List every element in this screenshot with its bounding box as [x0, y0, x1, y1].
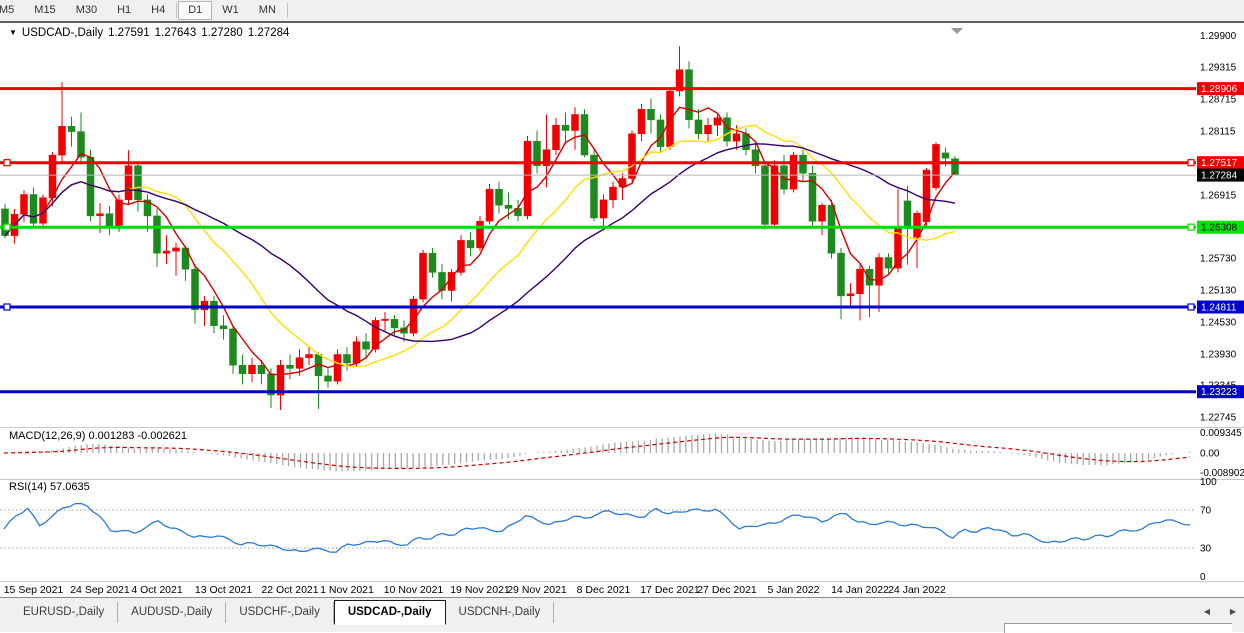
tab-usdchf-daily[interactable]: USDCHF-,Daily [226, 602, 334, 623]
svg-text:24 Sep 2021: 24 Sep 2021 [70, 584, 130, 596]
rsi-panel: 100 70 30 0 [0, 477, 1217, 583]
svg-text:70: 70 [1200, 506, 1212, 517]
tab-usdcnh-daily[interactable]: USDCNH-,Daily [446, 602, 555, 623]
svg-text:1.24530: 1.24530 [1200, 318, 1237, 329]
svg-text:1.24811: 1.24811 [1201, 303, 1237, 314]
svg-text:15 Sep 2021: 15 Sep 2021 [4, 584, 64, 596]
chart-symbol-label: USDCAD-,Daily [22, 27, 103, 39]
svg-text:22 Oct 2021: 22 Oct 2021 [261, 584, 318, 596]
svg-text:1.29315: 1.29315 [1200, 62, 1237, 73]
tab-scroll-right-icon[interactable]: ▶ [1230, 607, 1236, 616]
svg-text:1.29900: 1.29900 [1200, 31, 1237, 42]
timeframe-button-h1[interactable]: H1 [107, 1, 141, 20]
chart-title: ▼ USDCAD-,Daily 1.27591 1.27643 1.27280 1.272… [9, 27, 289, 39]
chart-canvas[interactable]: 1.29900 1.29315 1.28715 1.28115 1.26915 1.257… [0, 23, 1244, 598]
svg-text:5 Jan 2022: 5 Jan 2022 [768, 584, 820, 596]
timeframe-button-w1[interactable]: W1 [212, 1, 249, 20]
macd-panel: 0.0093450.00-0.008902 [4, 428, 1244, 479]
svg-text:1.23223: 1.23223 [1201, 387, 1238, 398]
svg-text:17 Dec 2021: 17 Dec 2021 [640, 584, 700, 596]
ohlc-low: 1.27280 [201, 27, 243, 39]
ohlc-close: 1.27284 [248, 27, 290, 39]
panel-separators [0, 428, 1244, 582]
chart-tab-bar: EURUSD-,Daily AUDUSD-,Daily USDCHF-,Dail… [0, 597, 1244, 632]
horizontal-line-1.26308[interactable] [0, 224, 1196, 230]
chart-tabs: EURUSD-,Daily AUDUSD-,Daily USDCHF-,Dail… [10, 600, 554, 623]
svg-text:30: 30 [1200, 544, 1212, 555]
macd-current-values: 0.001283 -0.002621 [88, 430, 186, 442]
svg-text:29 Nov 2021: 29 Nov 2021 [507, 584, 567, 596]
svg-text:8 Dec 2021: 8 Dec 2021 [577, 584, 631, 596]
rsi-name: RSI(14) [9, 481, 47, 493]
svg-text:1.28906: 1.28906 [1201, 84, 1238, 95]
horizontal-line-1.27517[interactable] [0, 160, 1196, 166]
svg-text:100: 100 [1200, 477, 1217, 488]
macd-name: MACD(12,26,9) [9, 430, 85, 442]
timeframe-button-h4[interactable]: H4 [141, 1, 175, 20]
svg-text:4 Oct 2021: 4 Oct 2021 [131, 584, 183, 596]
svg-text:24 Jan 2022: 24 Jan 2022 [888, 584, 946, 596]
timeframe-button-m30[interactable]: M30 [66, 1, 107, 20]
svg-text:0.009345: 0.009345 [1200, 428, 1242, 439]
rsi-indicator-label: RSI(14) 57.0635 [9, 481, 90, 493]
svg-text:0: 0 [1200, 572, 1206, 583]
svg-text:27 Dec 2021: 27 Dec 2021 [697, 584, 757, 596]
status-bar-inset [1004, 623, 1232, 633]
svg-text:1.28715: 1.28715 [1200, 94, 1237, 105]
timeframe-button-m5[interactable]: M5 [0, 1, 24, 20]
dropdown-arrow-icon[interactable]: ▼ [9, 28, 17, 37]
timeframe-button-m15[interactable]: M15 [24, 1, 65, 20]
svg-text:1 Nov 2021: 1 Nov 2021 [320, 584, 374, 596]
svg-text:0.00: 0.00 [1200, 449, 1220, 460]
chart-shift-marker-icon[interactable] [951, 28, 963, 34]
svg-text:1.27517: 1.27517 [1201, 158, 1238, 169]
svg-text:1.27284: 1.27284 [1201, 171, 1238, 182]
trading-terminal-window: M5 M15 M30 H1 H4 D1 W1 MN ▼ USDCAD-,Daily… [0, 0, 1244, 631]
horizontal-line-1.24811[interactable] [0, 304, 1196, 310]
toolbar-separator [176, 3, 177, 18]
tab-eurusd-daily[interactable]: EURUSD-,Daily [10, 602, 118, 623]
svg-text:1.23930: 1.23930 [1200, 350, 1237, 361]
svg-text:10 Nov 2021: 10 Nov 2021 [384, 584, 444, 596]
tab-usdcad-daily[interactable]: USDCAD-,Daily [334, 600, 446, 625]
tab-scroll-left-icon[interactable]: ◀ [1204, 607, 1210, 616]
ohlc-high: 1.27643 [155, 27, 197, 39]
svg-text:1.22745: 1.22745 [1200, 413, 1237, 424]
svg-text:1.28115: 1.28115 [1200, 126, 1236, 137]
rsi-current-value: 57.0635 [50, 481, 90, 493]
toolbar-separator [287, 3, 288, 18]
svg-text:1.25130: 1.25130 [1200, 286, 1237, 297]
svg-text:14 Jan 2022: 14 Jan 2022 [831, 584, 889, 596]
svg-text:1.26915: 1.26915 [1200, 190, 1237, 201]
price-axis[interactable]: 1.29900 1.29315 1.28715 1.28115 1.26915 1.257… [1197, 31, 1244, 424]
date-axis[interactable]: 15 Sep 2021 24 Sep 20214 Oct 2021 13 Oct 2… [4, 584, 946, 596]
svg-text:1.26308: 1.26308 [1201, 223, 1238, 234]
tab-audusd-daily[interactable]: AUDUSD-,Daily [118, 602, 226, 623]
timeframe-button-d1[interactable]: D1 [178, 1, 212, 20]
timeframe-toolbar: M5 M15 M30 H1 H4 D1 W1 MN [0, 0, 1244, 23]
macd-indicator-label: MACD(12,26,9) 0.001283 -0.002621 [9, 430, 187, 442]
svg-text:13 Oct 2021: 13 Oct 2021 [195, 584, 252, 596]
ohlc-open: 1.27591 [108, 27, 150, 39]
timeframe-button-mn[interactable]: MN [249, 1, 286, 20]
svg-text:1.25730: 1.25730 [1200, 254, 1237, 265]
svg-text:19 Nov 2021: 19 Nov 2021 [450, 584, 510, 596]
